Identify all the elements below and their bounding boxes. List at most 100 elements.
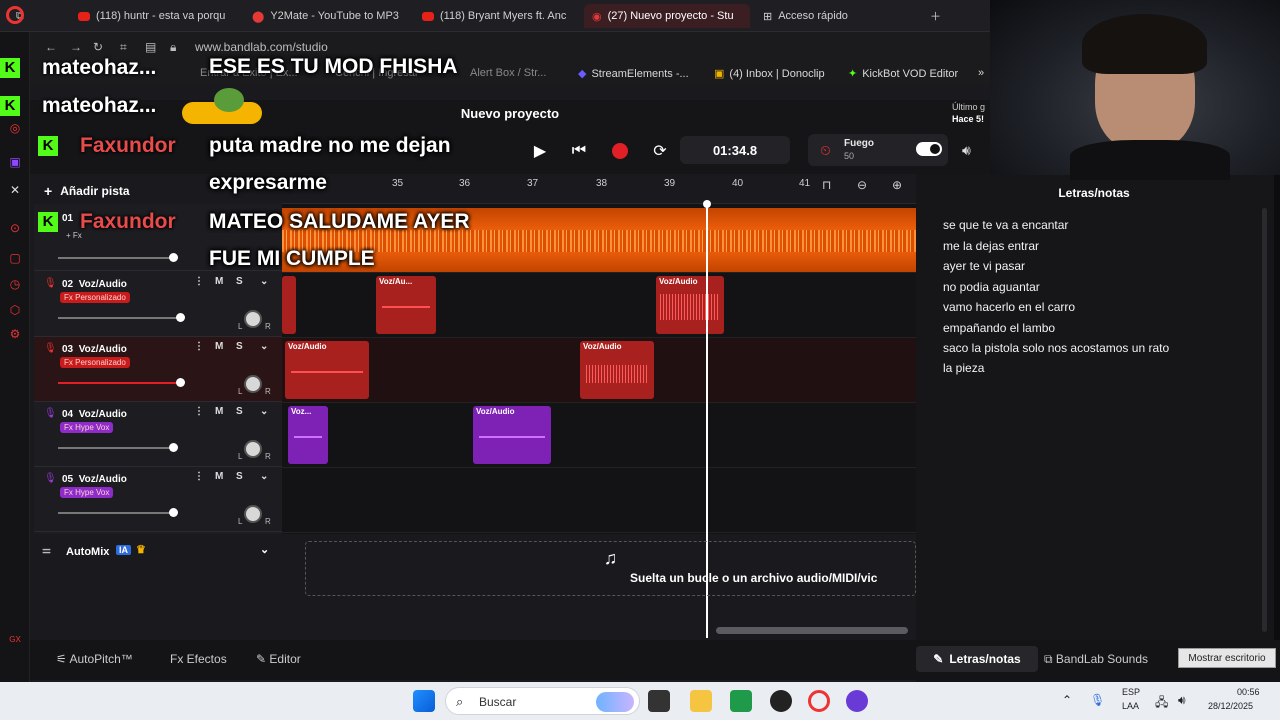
pan-knob[interactable] bbox=[244, 505, 262, 523]
track-fx-button[interactable]: Fx Hype Vox bbox=[60, 487, 114, 498]
tab-bryant-myers[interactable]: (118) Bryant Myers ft. Anc bbox=[414, 4, 584, 28]
cube-icon[interactable]: ⬡ bbox=[7, 302, 23, 318]
track-menu-icon[interactable]: ⋮ bbox=[194, 276, 204, 287]
settings-icon[interactable]: ⚙ bbox=[7, 326, 23, 342]
instagram-icon[interactable]: ◎ bbox=[7, 120, 23, 136]
lane-02[interactable]: Voz/Au... Voz/Audio bbox=[282, 273, 916, 338]
discord-icon[interactable] bbox=[846, 690, 868, 712]
lyric-line[interactable]: no podia aguantar bbox=[943, 280, 1040, 294]
track-menu-icon[interactable]: ⋮ bbox=[194, 341, 204, 352]
solo-button[interactable]: S bbox=[236, 406, 243, 417]
drop-zone[interactable]: ♫ Suelta un bucle o un archivo audio/MID… bbox=[305, 541, 916, 596]
tab-huntr[interactable]: (118) huntr - esta va porqu bbox=[70, 4, 240, 28]
audio-clip[interactable]: Voz/Audio bbox=[656, 276, 724, 334]
track-header-02[interactable]: 🎙︎ 02 Voz/Audio Fx Personalizado ⋮ M S ⌄… bbox=[34, 272, 282, 337]
audio-clip[interactable]: Voz/Au... bbox=[376, 276, 436, 334]
lyrics-scrollbar[interactable] bbox=[1262, 208, 1267, 632]
windows-start-icon[interactable] bbox=[413, 690, 435, 712]
solo-button[interactable]: S bbox=[236, 276, 243, 287]
lyric-line[interactable]: saco la pistola solo nos acostamos un ra… bbox=[943, 341, 1169, 355]
network-icon[interactable]: 🖧︎ bbox=[1155, 693, 1168, 714]
chevron-down-icon[interactable]: ⌄ bbox=[260, 406, 268, 417]
lyric-line[interactable]: la pieza bbox=[943, 361, 984, 375]
lane-05[interactable] bbox=[282, 468, 916, 533]
mute-button[interactable]: M bbox=[215, 471, 223, 482]
pan-knob[interactable] bbox=[244, 375, 262, 393]
back-icon[interactable]: ← bbox=[45, 40, 57, 54]
chevron-down-icon[interactable]: ⌄ bbox=[260, 276, 268, 287]
chevron-down-icon[interactable]: ⌄ bbox=[260, 341, 268, 352]
track-fx-button[interactable]: Fx Hype Vox bbox=[60, 422, 114, 433]
track-header-05[interactable]: 🎙︎ 05 Voz/Audio Fx Hype Vox ⋮ M S ⌄ L R bbox=[34, 467, 282, 532]
lyric-line[interactable]: vamo hacerlo en el carro bbox=[943, 300, 1075, 314]
opera-gx-icon[interactable] bbox=[808, 690, 830, 712]
volume-knob[interactable] bbox=[169, 508, 178, 517]
volume-slider[interactable] bbox=[58, 382, 180, 384]
audio-clip[interactable]: Voz/Audio bbox=[285, 341, 369, 399]
audio-clip[interactable]: Voz/Audio bbox=[580, 341, 654, 399]
volume-slider[interactable] bbox=[58, 447, 172, 449]
track-fx-button[interactable]: Fx Personalizado bbox=[60, 357, 130, 368]
snap-icon[interactable]: ⊓ bbox=[822, 178, 831, 192]
bookmark-donoclip[interactable]: ▣ (4) Inbox | Donoclip bbox=[714, 67, 825, 81]
project-title[interactable]: Nuevo proyecto bbox=[30, 100, 990, 128]
tab-bandlab-sounds[interactable]: ⧉ BandLab Sounds bbox=[1044, 652, 1148, 667]
skip-back-button[interactable]: ⏮︎ bbox=[565, 138, 593, 164]
lane-04[interactable]: Voz... Voz/Audio bbox=[282, 403, 916, 468]
forward-icon[interactable]: → bbox=[70, 40, 82, 54]
zoom-in-icon[interactable]: ⊕ bbox=[892, 178, 902, 192]
clock-icon[interactable]: ◷ bbox=[7, 276, 23, 292]
chevron-up-icon[interactable]: ⌃ bbox=[1062, 693, 1072, 707]
new-tab-button[interactable]: ＋ bbox=[922, 4, 946, 28]
url-field[interactable]: www.bandlab.com/studio bbox=[195, 40, 328, 54]
screenshot-icon[interactable]: ⌗ bbox=[120, 40, 127, 55]
timeline-ruler[interactable]: 35 36 37 38 39 40 41 ⊓ ⊖ ⊕ bbox=[282, 174, 916, 204]
autopitch-button[interactable]: ⚟ AutoPitch™ bbox=[56, 652, 133, 666]
lyric-line[interactable]: empañando el lambo bbox=[943, 321, 1055, 335]
tab-lyrics[interactable]: ✎ Letras/notas bbox=[916, 646, 1038, 672]
track-menu-icon[interactable]: ⋮ bbox=[194, 471, 204, 482]
track-header-04[interactable]: 🎙︎ 04 Voz/Audio Fx Hype Vox ⋮ M S ⌄ L R bbox=[34, 402, 282, 467]
twitch-icon[interactable]: ▣ bbox=[7, 154, 23, 170]
pan-knob[interactable] bbox=[244, 440, 262, 458]
track-header-03[interactable]: 🎙︎ 03 Voz/Audio Fx Personalizado ⋮ M S ⌄… bbox=[34, 337, 282, 402]
volume-knob[interactable] bbox=[176, 313, 185, 322]
file-explorer-icon[interactable] bbox=[690, 690, 712, 712]
mute-button[interactable]: M bbox=[215, 406, 223, 417]
bookmark-alertbox[interactable]: Alert Box / Str... bbox=[470, 67, 546, 79]
taskbar-search[interactable]: ⌕ Buscar bbox=[445, 687, 640, 715]
mute-button[interactable]: M bbox=[215, 341, 223, 352]
mic-tray-icon[interactable]: 🎙︎ bbox=[1090, 693, 1105, 707]
tab-y2mate[interactable]: ⬤ Y2Mate - YouTube to MP3 bbox=[244, 4, 404, 28]
fuego-panel[interactable]: ⏲ Fuego 50 bbox=[808, 134, 948, 166]
reload-icon[interactable]: ↻ bbox=[93, 40, 103, 54]
fuego-toggle[interactable] bbox=[916, 142, 942, 156]
lyric-line[interactable]: ayer te vi pasar bbox=[943, 259, 1025, 273]
lyric-line[interactable]: se que te va a encantar bbox=[943, 218, 1068, 232]
editor-button[interactable]: ✎ Editor bbox=[256, 652, 301, 666]
pan-knob[interactable] bbox=[244, 310, 262, 328]
task-view-icon[interactable] bbox=[648, 690, 670, 712]
volume-slider[interactable] bbox=[58, 317, 180, 319]
chevron-down-icon[interactable]: ⌄ bbox=[260, 471, 268, 482]
track-fx-button[interactable]: Fx Personalizado bbox=[60, 292, 130, 303]
volume-icon[interactable]: 🔊︎ bbox=[962, 142, 971, 159]
audio-clip[interactable]: Voz/Audio bbox=[473, 406, 551, 464]
zoom-out-icon[interactable]: ⊖ bbox=[857, 178, 867, 192]
add-track-button[interactable]: + Añadir pista bbox=[44, 180, 154, 202]
volume-knob[interactable] bbox=[169, 253, 178, 262]
bookmark-streamelements[interactable]: ◆ StreamElements -... bbox=[578, 67, 689, 81]
wallet-icon[interactable]: ▤ bbox=[145, 40, 156, 54]
tv-icon[interactable]: ▢ bbox=[7, 250, 23, 266]
x-icon[interactable]: ✕ bbox=[7, 182, 23, 198]
lane-03[interactable]: Voz/Audio Voz/Audio bbox=[282, 338, 916, 403]
track-menu-icon[interactable]: ⋮ bbox=[194, 406, 204, 417]
volume-knob[interactable] bbox=[169, 443, 178, 452]
loop-button[interactable]: ⟳ bbox=[646, 138, 674, 164]
record-icon[interactable]: ⊙ bbox=[7, 220, 23, 236]
volume-knob[interactable] bbox=[176, 378, 185, 387]
record-button[interactable] bbox=[606, 138, 634, 164]
solo-button[interactable]: S bbox=[236, 341, 243, 352]
tab-quick-access[interactable]: ⊞ Acceso rápido bbox=[755, 4, 915, 28]
volume-slider[interactable] bbox=[58, 512, 172, 514]
